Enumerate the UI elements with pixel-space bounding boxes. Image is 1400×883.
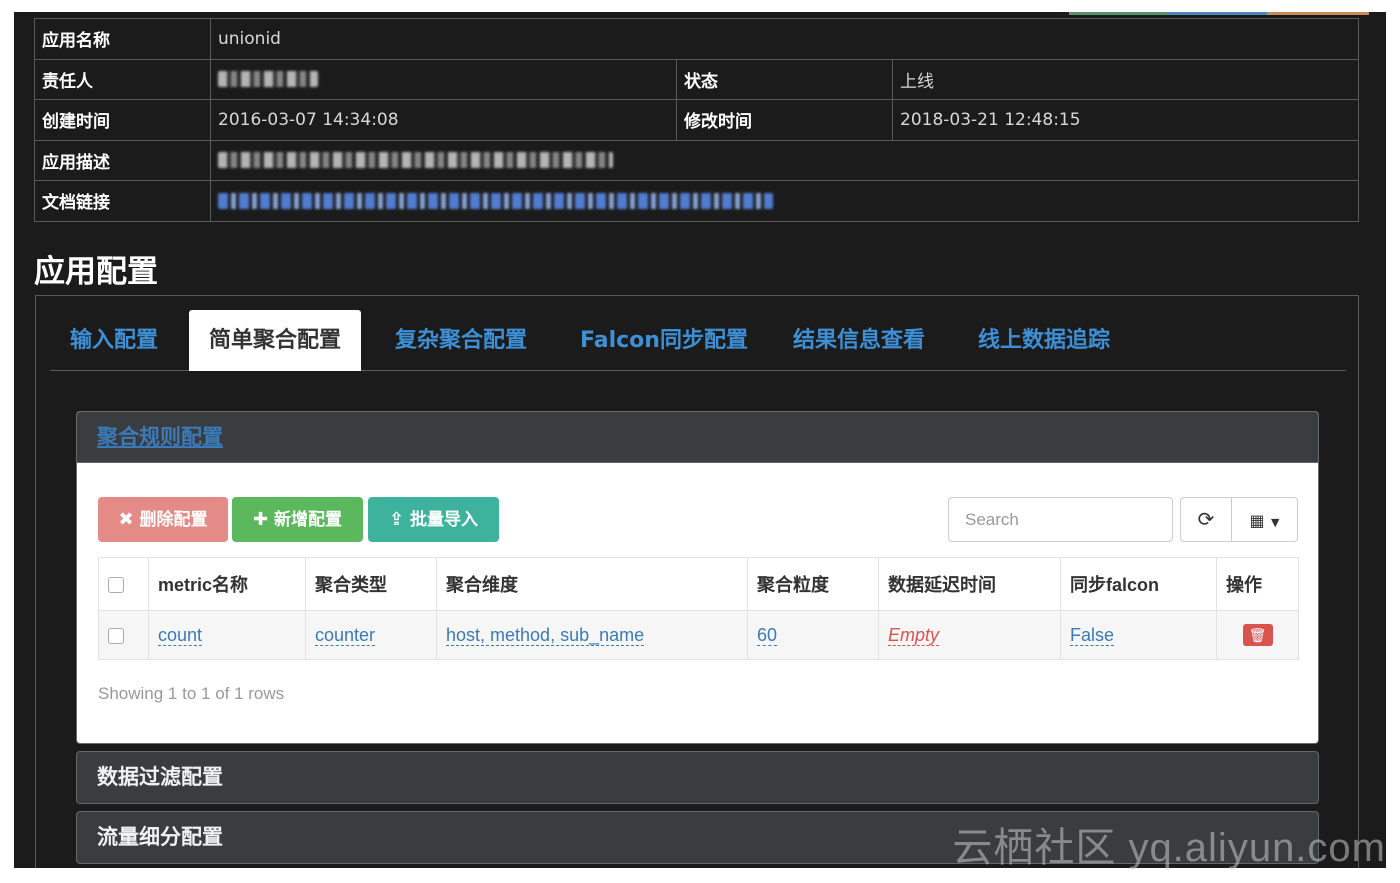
batch-import-label: 批量导入 <box>410 510 479 530</box>
modified-label: 修改时间 <box>676 99 893 141</box>
table-header-row: metric名称 聚合类型 聚合维度 聚合粒度 数据延迟时间 同步falcon … <box>98 557 1299 611</box>
app-window: 应用名称 unionid 责任人 状态 上线 创建时间 2016-03-07 1… <box>14 12 1386 868</box>
tab-online-trace[interactable]: 线上数据追踪 <box>978 310 1110 371</box>
app-name-label: 应用名称 <box>34 18 211 60</box>
col-sync-falcon[interactable]: 同步falcon <box>1060 557 1217 611</box>
sync-falcon-editable[interactable]: False <box>1070 624 1115 646</box>
cell-metric: count <box>148 610 306 660</box>
config-panel: 输入配置 简单聚合配置 复杂聚合配置 Falcon同步配置 结果信息查看 线上数… <box>35 295 1359 868</box>
metric-editable[interactable]: count <box>158 624 203 646</box>
modified-value: 2018-03-21 12:48:15 <box>892 99 1359 141</box>
tab-input-config[interactable]: 输入配置 <box>70 310 158 371</box>
tab-simple-aggregation[interactable]: 简单聚合配置 <box>189 310 362 371</box>
delay-editable[interactable]: Empty <box>888 624 940 646</box>
app-name-value: unionid <box>210 18 1359 60</box>
redacted-owner <box>218 71 318 88</box>
desc-label: 应用描述 <box>34 139 211 181</box>
cell-actions: 🗑 <box>1216 610 1299 660</box>
batch-import-button[interactable]: ⇪ 批量导入 <box>368 497 499 542</box>
grid-icon: ▦ <box>1249 511 1265 530</box>
search-input[interactable] <box>948 497 1173 542</box>
tab-result-info[interactable]: 结果信息查看 <box>793 310 925 371</box>
trash-icon[interactable]: 🗑 <box>1242 624 1273 646</box>
dimensions-editable[interactable]: host, method, sub_name <box>446 624 645 646</box>
delete-config-label: 删除配置 <box>139 510 208 530</box>
close-icon: ✖ <box>118 509 134 530</box>
app-info-table: 应用名称 unionid 责任人 状态 上线 创建时间 2016-03-07 1… <box>34 18 1359 222</box>
cell-type: counter <box>305 610 437 660</box>
columns-toggle-button[interactable]: ▦ ▼ <box>1231 497 1298 542</box>
cell-delay: Empty <box>878 610 1061 660</box>
col-delay[interactable]: 数据延迟时间 <box>878 557 1061 611</box>
table-row: count counter host, method, sub_name 60 … <box>98 610 1299 660</box>
upload-icon: ⇪ <box>388 509 405 530</box>
owner-value <box>210 58 677 100</box>
plus-icon: ✚ <box>252 509 269 530</box>
cell-dimensions: host, method, sub_name <box>436 610 748 660</box>
pagination-info: Showing 1 to 1 of 1 rows <box>98 684 285 703</box>
status-label: 状态 <box>676 58 893 100</box>
cell-granularity: 60 <box>747 610 879 660</box>
doc-value[interactable] <box>210 180 1359 222</box>
granularity-editable[interactable]: 60 <box>757 624 778 646</box>
redacted-doc-link[interactable] <box>218 192 773 209</box>
col-type[interactable]: 聚合类型 <box>305 557 437 611</box>
row-checkbox[interactable] <box>108 627 124 644</box>
caret-down-icon: ▼ <box>1271 516 1280 529</box>
top-color-strip <box>1069 12 1369 15</box>
cell-sync-falcon: False <box>1060 610 1217 660</box>
created-value: 2016-03-07 14:34:08 <box>210 99 677 141</box>
refresh-button[interactable]: ⟳ <box>1180 497 1232 542</box>
status-value: 上线 <box>892 58 1359 100</box>
add-config-label: 新增配置 <box>274 510 343 530</box>
created-label: 创建时间 <box>34 99 211 141</box>
data-filter-config-panel[interactable]: 数据过滤配置 <box>76 751 1319 804</box>
col-metric[interactable]: metric名称 <box>148 557 306 611</box>
select-all-cell[interactable] <box>98 557 149 611</box>
add-config-button[interactable]: ✚ 新增配置 <box>232 497 363 542</box>
rules-table: metric名称 聚合类型 聚合维度 聚合粒度 数据延迟时间 同步falcon … <box>98 557 1299 660</box>
col-actions: 操作 <box>1216 557 1299 611</box>
select-all-checkbox[interactable] <box>108 576 124 593</box>
aggregation-rules-card: 聚合规则配置 ✖删除配置 ✚新增配置 ⇪批量导入 ⟳ ▦ ▼ metric名称 … <box>76 411 1319 744</box>
col-granularity[interactable]: 聚合粒度 <box>747 557 879 611</box>
tab-bar: 输入配置 简单聚合配置 复杂聚合配置 Falcon同步配置 结果信息查看 线上数… <box>50 310 1346 371</box>
col-dimensions[interactable]: 聚合维度 <box>436 557 748 611</box>
type-editable[interactable]: counter <box>315 624 376 646</box>
tab-complex-aggregation[interactable]: 复杂聚合配置 <box>395 310 527 371</box>
row-select-cell[interactable] <box>98 610 149 660</box>
refresh-icon: ⟳ <box>1197 507 1215 531</box>
delete-config-button[interactable]: ✖ 删除配置 <box>98 497 228 542</box>
redacted-description <box>218 152 613 169</box>
card-header[interactable]: 聚合规则配置 <box>77 412 1318 463</box>
desc-value <box>210 139 1359 181</box>
owner-label: 责任人 <box>34 58 211 100</box>
doc-label: 文档链接 <box>34 180 211 222</box>
section-title: 应用配置 <box>34 254 158 290</box>
card-title[interactable]: 聚合规则配置 <box>97 425 223 449</box>
watermark: 云栖社区 yq.aliyun.com <box>952 826 1386 870</box>
tab-falcon-sync[interactable]: Falcon同步配置 <box>580 310 748 371</box>
